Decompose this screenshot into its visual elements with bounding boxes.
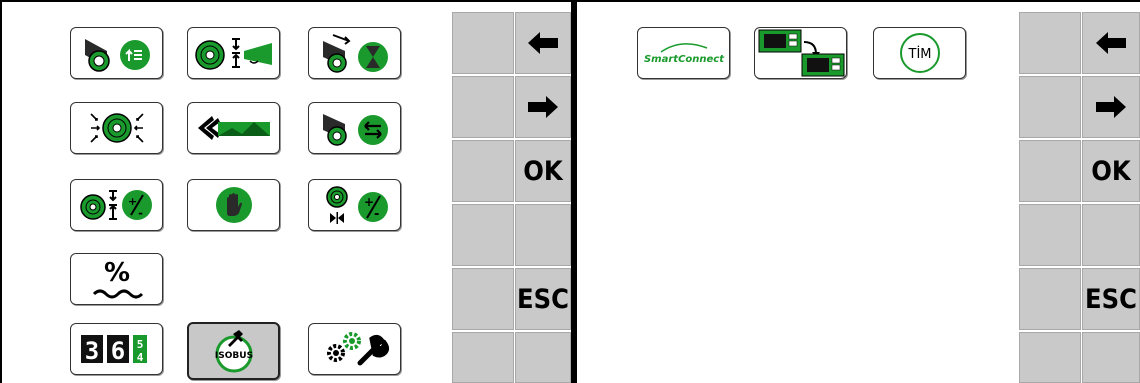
left-grid-cell [452,76,514,138]
right-grid-cell [1019,12,1081,74]
panel-divider [571,0,577,383]
stop-hand-icon [215,187,252,223]
empty-softkey[interactable] [515,332,571,383]
counter-digit: 4 [136,351,143,364]
right-grid-cell [1019,332,1081,383]
esc-label: ESC [517,283,569,315]
arrow-right-icon [528,96,558,118]
isobus-icon: ISOBUS [214,330,253,373]
tim-icon: TİM [899,33,940,73]
bale-eject-height-button[interactable] [187,27,280,79]
counter-icon: 3 6 5 4 [80,335,147,365]
left-grid-cell [452,12,514,74]
bale-size-icon [89,113,144,143]
bale-eject-height-icon [194,38,272,70]
tim-button[interactable]: TİM [873,27,966,79]
bale-size-button[interactable] [70,102,163,154]
isobus-button[interactable]: ISOBUS [187,322,280,380]
right-arrow-softkey[interactable] [515,76,571,138]
empty-softkey[interactable] [515,204,571,266]
bale-timer-icon [322,34,388,73]
left-grid-cell [452,332,514,383]
arrow-left-icon [1096,32,1126,54]
right-empty-softkey[interactable] [1082,332,1140,383]
right-right-arrow-softkey[interactable] [1082,76,1140,138]
esc-label: ESC [1085,283,1137,315]
bale-pressure-adjust-icon: + - [325,186,388,224]
bale-direction-icon [322,114,388,146]
left-grid-cell [452,140,514,202]
left-grid-cell [452,204,514,266]
right-grid-cell [1019,76,1081,138]
left-border [0,0,2,383]
bale-timer-button[interactable] [308,27,401,79]
arrow-left-icon [528,32,558,54]
screen-switch-icon [758,29,844,77]
reverse-feed-button[interactable] [187,102,280,154]
counter-digit: 5 [136,338,143,351]
ok-label: OK [1091,155,1131,187]
right-empty-softkey[interactable] [1082,204,1140,266]
smartconnect-button[interactable]: SmartConnect [637,27,730,79]
bale-height-adjust-button[interactable]: + - [70,179,163,231]
esc-softkey[interactable]: ESC [515,268,571,330]
stop-hand-button[interactable] [187,179,280,231]
isobus-label: ISOBUS [214,351,252,361]
right-esc-softkey[interactable]: ESC [1082,268,1140,330]
counter-digit: 6 [110,337,124,365]
ok-softkey[interactable]: OK [515,140,571,202]
top-border [0,0,1140,2]
moisture-percent-button[interactable]: % [70,253,163,305]
counter-button[interactable]: 3 6 5 4 [70,323,163,375]
screen-switch-button[interactable] [754,27,847,79]
percent-label: % [103,258,129,288]
moisture-percent-icon: % [92,258,143,299]
ok-label: OK [523,155,563,187]
svg-text:-: - [138,206,143,220]
arrow-right-icon [1096,96,1126,118]
right-grid-cell [1019,140,1081,202]
tim-label: TİM [907,46,931,62]
bale-height-adjust-icon: + - [79,190,152,220]
bale-pressure-adjust-button[interactable]: + - [308,179,401,231]
settings-button[interactable] [308,323,401,375]
left-arrow-softkey[interactable] [515,12,571,74]
bale-unload-button[interactable] [70,27,163,79]
counter-digit: 3 [84,337,98,365]
right-grid-cell [1019,204,1081,266]
right-ok-softkey[interactable]: OK [1082,140,1140,202]
reverse-feed-icon [197,116,270,140]
bale-unload-icon [84,39,150,72]
right-left-arrow-softkey[interactable] [1082,12,1140,74]
left-grid-cell [452,268,514,330]
svg-text:-: - [374,207,379,222]
right-grid-cell [1019,268,1081,330]
smartconnect-label: SmartConnect [643,54,724,65]
smartconnect-icon: SmartConnect [643,43,725,65]
settings-icon [326,332,389,366]
bale-direction-button[interactable] [308,102,401,154]
